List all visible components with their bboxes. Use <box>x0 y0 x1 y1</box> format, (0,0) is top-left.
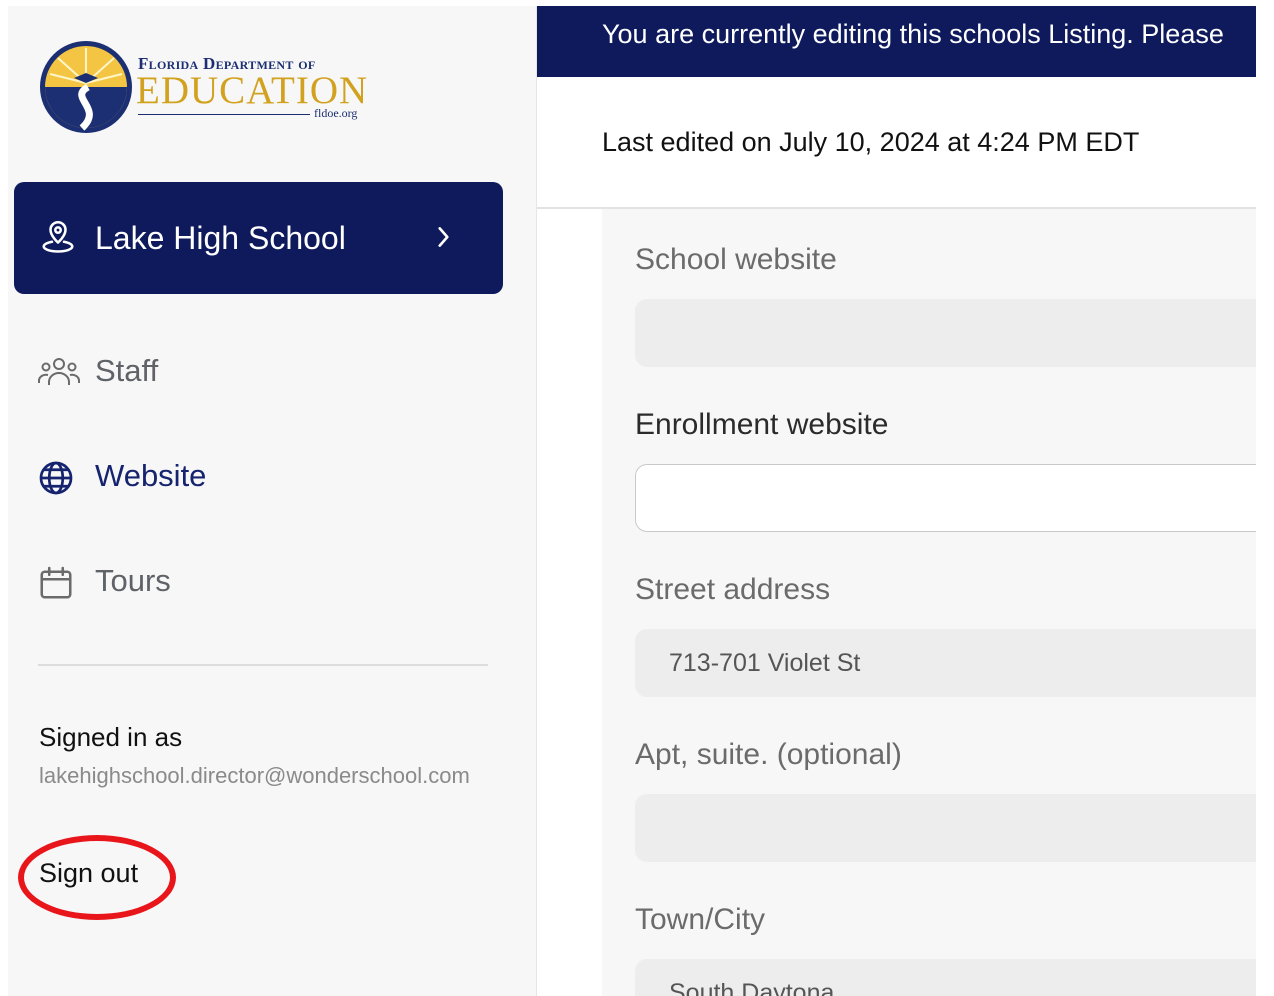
town-city-input[interactable] <box>635 959 1256 996</box>
signed-in-label: Signed in as <box>39 722 183 752</box>
people-icon <box>38 358 80 385</box>
sidebar-item-staff[interactable]: Staff <box>38 347 478 395</box>
sign-out-link[interactable]: Sign out <box>39 858 138 889</box>
enrollment-website-label: Enrollment website <box>635 408 889 441</box>
chevron-right-icon <box>438 227 449 247</box>
signed-in-email: lakehighschool.director@wonderschool.com <box>39 763 470 788</box>
editing-banner-text: You are currently editing this schools L… <box>602 19 1224 49</box>
fldoe-seal-icon <box>40 41 132 133</box>
street-address-input[interactable] <box>635 629 1256 697</box>
last-edited-text: Last edited on July 10, 2024 at 4:24 PM … <box>602 127 1140 157</box>
globe-icon <box>39 461 73 495</box>
sidebar-item-tours[interactable]: Tours <box>38 557 478 605</box>
logo-url: fldoe.org <box>314 106 358 120</box>
town-city-label: Town/City <box>635 903 766 936</box>
school-selector-button[interactable]: Lake High School <box>14 182 503 294</box>
apt-suite-input[interactable] <box>635 794 1256 862</box>
last-edited-bar: Last edited on July 10, 2024 at 4:24 PM … <box>537 77 1256 209</box>
sidebar-divider <box>38 664 488 666</box>
school-website-input[interactable] <box>635 299 1256 367</box>
logo-rule <box>138 114 310 115</box>
sidebar-item-label: Tours <box>95 563 171 598</box>
sidebar-item-website[interactable]: Website <box>38 452 478 500</box>
calendar-icon <box>40 566 72 599</box>
school-website-label: School website <box>635 243 837 276</box>
school-name: Lake High School <box>95 220 346 256</box>
sidebar: Florida Department of EDUCATION fldoe.or… <box>8 6 537 996</box>
enrollment-website-input[interactable] <box>635 464 1256 532</box>
listing-form: School website Enrollment website Street… <box>602 209 1256 996</box>
editing-banner: You are currently editing this schools L… <box>537 6 1256 77</box>
apt-suite-label: Apt, suite. (optional) <box>635 738 902 771</box>
sidebar-item-label: Website <box>95 458 207 493</box>
sidebar-item-label: Staff <box>95 353 159 388</box>
fldoe-logo[interactable]: Florida Department of EDUCATION fldoe.or… <box>38 38 378 142</box>
map-pin-icon <box>42 221 74 253</box>
street-address-label: Street address <box>635 573 831 606</box>
